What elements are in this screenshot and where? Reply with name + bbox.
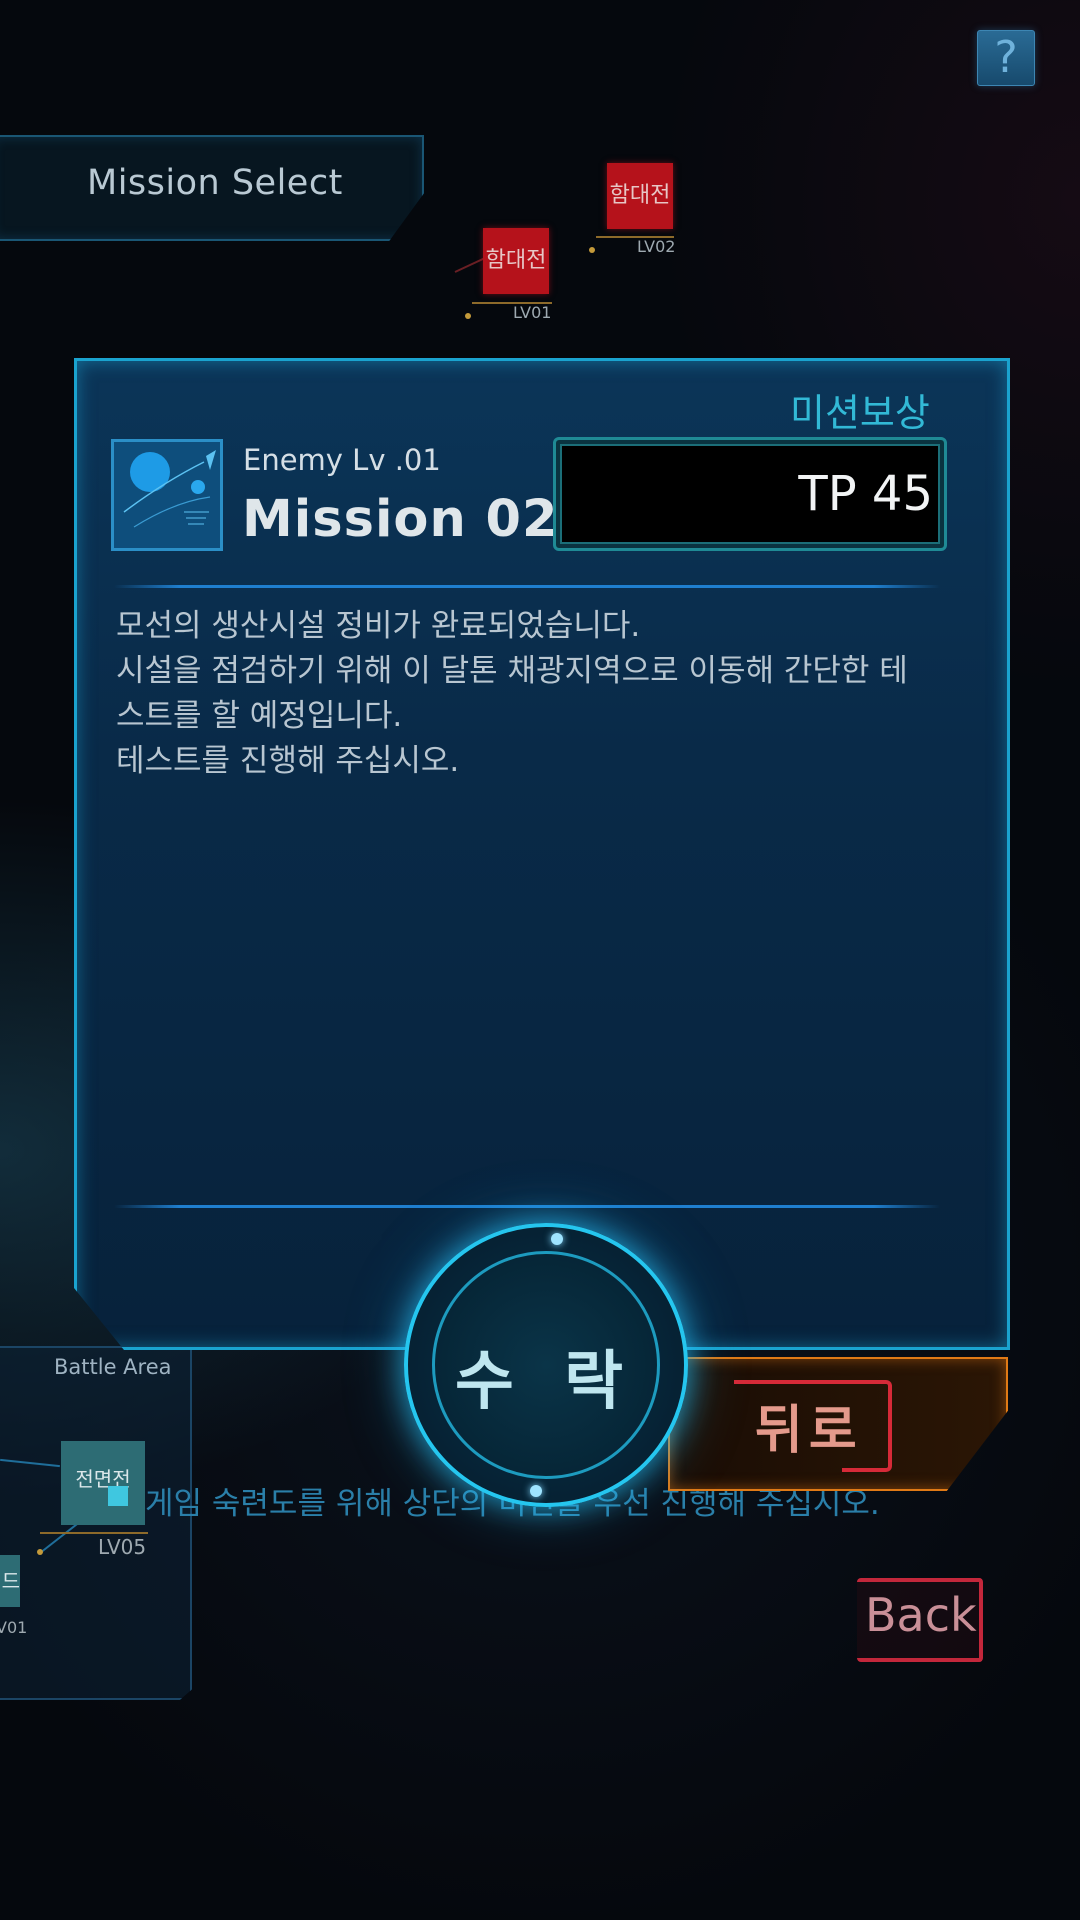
node-marker-icon [108,1486,128,1506]
map-node-dot [465,313,471,319]
enemy-level: Enemy Lv .01 [243,443,441,477]
map-node-level: LV01 [513,303,552,322]
description-line: 시설을 점검하기 위해 이 달톤 채광지역으로 이동해 간단한 테 [116,653,908,689]
back-button-ko-label: 뒤로 [755,1401,863,1461]
back-bracket-icon [734,1380,844,1384]
map-node-level: LV05 [98,1535,147,1559]
reward-value: TP 45 [798,466,933,522]
mission-name: Mission 02 [242,490,559,549]
back-button-en-label: Back [865,1588,977,1642]
accept-button-label: 수 락 [454,1345,638,1419]
divider-top [114,585,940,588]
description-line: 모선의 생산시설 정비가 완료되었습니다. [116,608,641,644]
mission-description: 모선의 생산시설 정비가 완료되었습니다. 시설을 점검하기 위해 이 달톤 채… [116,604,936,784]
ring-dot-icon [551,1233,563,1245]
mission-planet-icon [111,439,223,551]
page-title: Mission Select [87,163,343,203]
map-node-dot [589,247,595,253]
description-line: 스트를 할 예정입니다. [116,698,403,734]
battle-area-label: Battle Area [54,1355,172,1379]
map-node-underline [40,1532,148,1534]
help-button[interactable]: ? [977,30,1035,86]
reward-title: 미션보상 [790,391,930,435]
map-node-lv05[interactable]: 전면전 [61,1441,145,1525]
ring-dot-icon [530,1485,542,1497]
divider-bottom [114,1205,940,1208]
map-node-partial[interactable]: 드 [0,1555,20,1607]
map-node-level: V01 [0,1618,28,1637]
map-node-lv01[interactable]: 함대전 [483,228,549,294]
map-node-lv02[interactable]: 함대전 [607,163,673,229]
map-node-dot [37,1549,43,1555]
description-line: 테스트를 진행해 주십시오. [116,743,460,779]
map-node-level: LV02 [637,237,676,256]
